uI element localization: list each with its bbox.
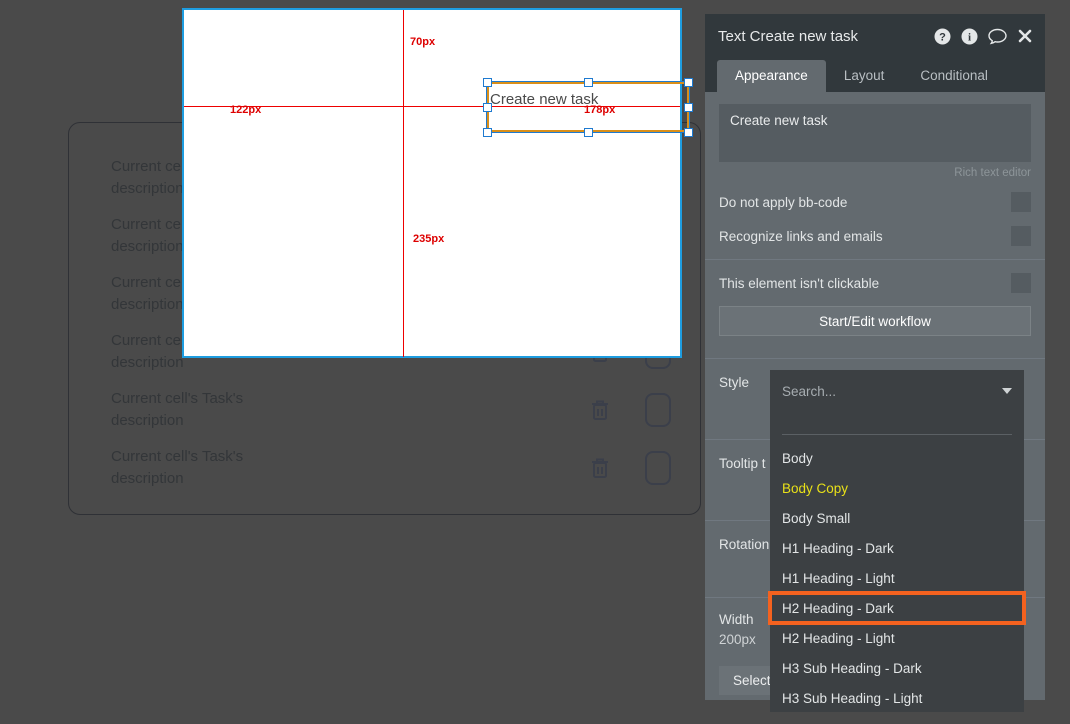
tab-appearance[interactable]: Appearance: [717, 60, 826, 92]
guide-line-vertical: [403, 10, 404, 357]
field-label-width: Width: [719, 612, 754, 627]
option-row-links[interactable]: Recognize links and emails: [705, 219, 1045, 253]
resize-handle-w[interactable]: [483, 103, 492, 112]
dropdown-list: Body Body Copy Body Small H1 Heading - D…: [768, 435, 1026, 713]
comment-icon[interactable]: [988, 28, 1007, 45]
design-canvas[interactable]: 70px 122px 178px 235px Create new task: [182, 8, 693, 358]
rich-text-editor-wrap: Create new task: [705, 92, 1045, 162]
field-label-rotation: Rotation: [719, 537, 770, 552]
app-root: Current cell's Task's description Curren…: [0, 0, 1070, 724]
delete-icon[interactable]: [589, 398, 611, 422]
dropdown-item-h2-dark[interactable]: H2 Heading - Dark: [768, 591, 1026, 625]
option-label: This element isn't clickable: [719, 275, 880, 291]
option-label: Recognize links and emails: [719, 228, 883, 244]
close-icon[interactable]: [1017, 28, 1033, 44]
dropdown-item-h3-dark[interactable]: H3 Sub Heading - Dark: [770, 653, 1024, 683]
resize-handle-n[interactable]: [584, 78, 593, 87]
table-row[interactable]: Current cell's Task's description: [111, 381, 671, 439]
checkbox-bbcode[interactable]: [1011, 192, 1031, 212]
guide-label-top: 70px: [410, 36, 436, 48]
dropdown-item-body[interactable]: Body: [770, 443, 1024, 473]
resize-handle-ne[interactable]: [684, 78, 693, 87]
row-pill-button[interactable]: [645, 393, 671, 427]
option-row-bbcode[interactable]: Do not apply bb-code: [705, 185, 1045, 219]
chevron-down-icon[interactable]: [1002, 388, 1012, 394]
panel-tabs: Appearance Layout Conditional: [705, 58, 1045, 92]
field-value-width: 200px: [719, 632, 756, 647]
field-label-tooltip: Tooltip t: [719, 456, 766, 471]
panel-header-actions: ? i: [934, 28, 1033, 45]
resize-handle-s[interactable]: [584, 128, 593, 137]
rich-text-editor-caption: Rich text editor: [954, 167, 1031, 179]
resize-handle-se[interactable]: [684, 128, 693, 137]
help-icon[interactable]: ?: [934, 28, 951, 45]
dropdown-search-placeholder: Search...: [782, 383, 837, 399]
row-actions: [589, 393, 671, 427]
dropdown-item-h1-dark[interactable]: H1 Heading - Dark: [770, 533, 1024, 563]
panel-header: Text Create new task ? i: [705, 14, 1045, 58]
resize-handle-e[interactable]: [684, 103, 693, 112]
dropdown-item-h3-light[interactable]: H3 Sub Heading - Light: [770, 683, 1024, 713]
option-row-clickable[interactable]: This element isn't clickable: [705, 266, 1045, 300]
checkbox-clickable[interactable]: [1011, 273, 1031, 293]
selected-element-label: Create new task: [490, 91, 599, 108]
divider: [705, 259, 1045, 260]
field-label-style: Style: [719, 375, 750, 390]
dropdown-search-row[interactable]: Search...: [770, 370, 1024, 412]
page-title: Text Create new task: [718, 27, 859, 45]
svg-text:?: ?: [939, 31, 946, 43]
dropdown-item-h2-light[interactable]: H2 Heading - Light: [770, 623, 1024, 653]
row-description: Current cell's Task's description: [111, 390, 244, 429]
row-actions: [589, 451, 671, 485]
rich-text-editor[interactable]: Create new task: [719, 104, 1031, 162]
row-description: Current cell's Task's description: [111, 448, 244, 487]
svg-text:i: i: [968, 31, 971, 43]
style-dropdown[interactable]: Search... Body Body Copy Body Small H1 H…: [768, 370, 1026, 713]
info-icon[interactable]: i: [961, 28, 978, 45]
guide-label-bottom: 235px: [413, 233, 445, 245]
row-pill-button[interactable]: [645, 451, 671, 485]
dropdown-item-body-small[interactable]: Body Small: [770, 503, 1024, 533]
dropdown-item-h1-light[interactable]: H1 Heading - Light: [770, 563, 1024, 593]
tab-layout[interactable]: Layout: [826, 60, 903, 92]
guide-label-left: 122px: [230, 104, 262, 116]
delete-icon[interactable]: [589, 456, 611, 480]
option-label: Do not apply bb-code: [719, 194, 848, 210]
tab-conditional[interactable]: Conditional: [902, 60, 1006, 92]
table-row[interactable]: Current cell's Task's description: [111, 439, 671, 497]
resize-handle-nw[interactable]: [483, 78, 492, 87]
start-edit-workflow-button[interactable]: Start/Edit workflow: [719, 306, 1031, 336]
resize-handle-sw[interactable]: [483, 128, 492, 137]
dropdown-item-body-copy[interactable]: Body Copy: [770, 473, 1024, 503]
checkbox-links[interactable]: [1011, 226, 1031, 246]
